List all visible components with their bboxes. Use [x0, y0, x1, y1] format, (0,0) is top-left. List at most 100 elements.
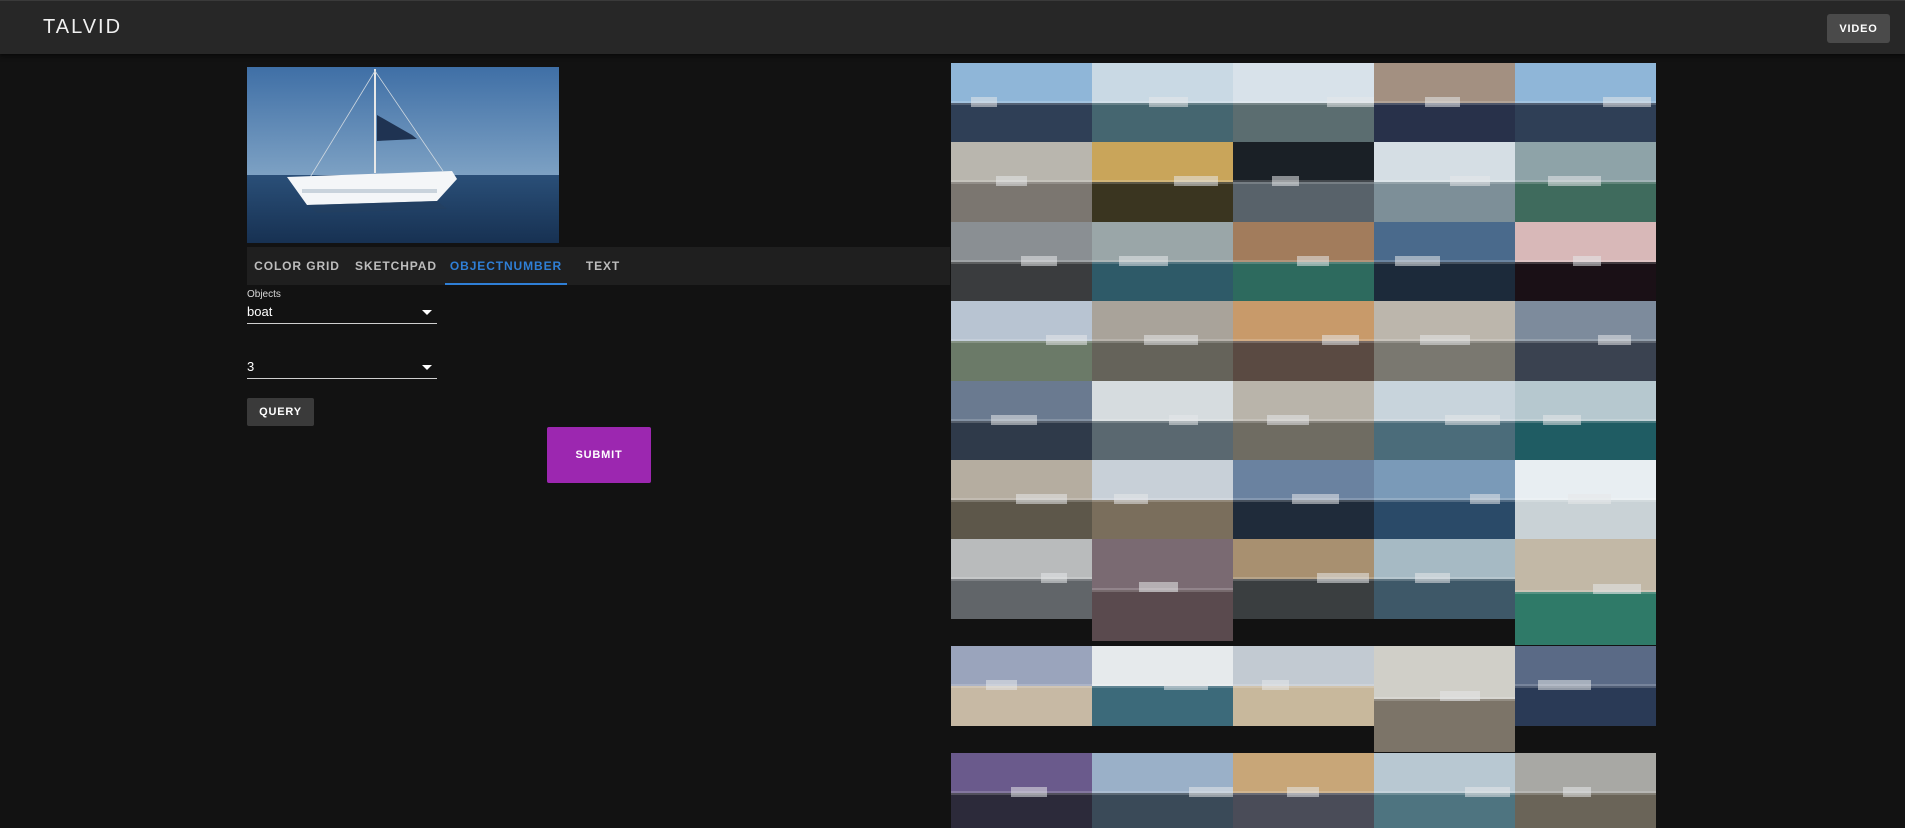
- result-thumbnail[interactable]: [1233, 753, 1374, 828]
- result-thumbnail[interactable]: [1233, 301, 1374, 381]
- thumbnail-image: [951, 63, 1092, 143]
- count-select-value: 3: [247, 359, 255, 374]
- thumbnail-image: [1374, 381, 1515, 461]
- objects-select[interactable]: boat: [247, 302, 437, 324]
- thumbnail-image: [1092, 753, 1233, 828]
- tab-sketchpad[interactable]: SKETCHPAD: [347, 247, 445, 285]
- thumbnail-image: [1515, 753, 1656, 828]
- submit-button[interactable]: SUBMIT: [547, 427, 651, 483]
- result-thumbnail[interactable]: [1374, 142, 1515, 222]
- objects-label: Objects: [247, 289, 281, 300]
- result-thumbnail[interactable]: [1233, 222, 1374, 302]
- result-thumbnail[interactable]: [1515, 646, 1656, 726]
- thumbnail-image: [1233, 301, 1374, 381]
- thumbnail-image: [1092, 460, 1233, 540]
- query-mode-tabs: COLOR GRID SKETCHPAD OBJECTNUMBER TEXT: [247, 247, 950, 285]
- thumbnail-image: [1092, 222, 1233, 302]
- count-select[interactable]: 3: [247, 357, 437, 379]
- result-thumbnail[interactable]: [951, 301, 1092, 381]
- result-thumbnail[interactable]: [1374, 222, 1515, 302]
- result-thumbnail[interactable]: [1092, 63, 1233, 143]
- result-thumbnail[interactable]: [951, 753, 1092, 828]
- result-thumbnail[interactable]: [1374, 301, 1515, 381]
- result-thumbnail[interactable]: [1092, 222, 1233, 302]
- result-thumbnail[interactable]: [1374, 460, 1515, 540]
- result-thumbnail[interactable]: [1092, 539, 1233, 641]
- thumbnail-image: [951, 539, 1092, 619]
- thumbnail-image: [1515, 646, 1656, 726]
- thumbnail-image: [1092, 142, 1233, 222]
- thumbnail-image: [1374, 63, 1515, 143]
- thumbnail-image: [951, 460, 1092, 540]
- thumbnail-image: [1374, 142, 1515, 222]
- app-logo: TALVID: [43, 16, 123, 38]
- thumbnail-image: [951, 301, 1092, 381]
- result-thumbnail[interactable]: [1092, 142, 1233, 222]
- result-thumbnail[interactable]: [1233, 460, 1374, 540]
- result-thumbnail[interactable]: [951, 222, 1092, 302]
- thumbnail-image: [1233, 460, 1374, 540]
- thumbnail-image: [951, 142, 1092, 222]
- result-thumbnail[interactable]: [1233, 539, 1374, 619]
- result-thumbnail[interactable]: [1374, 753, 1515, 828]
- thumbnail-image: [1374, 222, 1515, 302]
- thumbnail-image: [1233, 381, 1374, 461]
- result-thumbnail[interactable]: [1092, 460, 1233, 540]
- thumbnail-image: [1233, 646, 1374, 726]
- thumbnail-image: [1233, 753, 1374, 828]
- result-thumbnail[interactable]: [1233, 142, 1374, 222]
- result-thumbnail[interactable]: [1515, 63, 1656, 143]
- thumbnail-image: [1092, 63, 1233, 143]
- result-thumbnail[interactable]: [1515, 301, 1656, 381]
- thumbnail-image: [1092, 646, 1233, 726]
- query-image-preview: [247, 67, 559, 243]
- result-thumbnail[interactable]: [1233, 646, 1374, 726]
- thumbnail-image: [1374, 301, 1515, 381]
- result-thumbnail[interactable]: [1515, 539, 1656, 645]
- result-thumbnail[interactable]: [1515, 381, 1656, 461]
- result-thumbnail[interactable]: [1092, 381, 1233, 461]
- thumbnail-image: [1515, 301, 1656, 381]
- thumbnail-image: [1515, 142, 1656, 222]
- results-grid: [951, 63, 1656, 828]
- video-button[interactable]: VIDEO: [1827, 14, 1890, 43]
- result-thumbnail[interactable]: [951, 646, 1092, 726]
- thumbnail-image: [1092, 539, 1233, 641]
- thumbnail-image: [1374, 460, 1515, 540]
- tab-text[interactable]: TEXT: [567, 247, 639, 285]
- thumbnail-image: [1374, 539, 1515, 619]
- app-bar: TALVID VIDEO: [0, 0, 1905, 54]
- result-thumbnail[interactable]: [1515, 753, 1656, 828]
- result-thumbnail[interactable]: [951, 539, 1092, 619]
- result-thumbnail[interactable]: [1515, 460, 1656, 540]
- result-thumbnail[interactable]: [1374, 646, 1515, 752]
- thumbnail-image: [1233, 222, 1374, 302]
- result-thumbnail[interactable]: [951, 460, 1092, 540]
- result-thumbnail[interactable]: [1092, 646, 1233, 726]
- result-thumbnail[interactable]: [1092, 753, 1233, 828]
- objects-select-value: boat: [247, 304, 273, 319]
- thumbnail-image: [1233, 63, 1374, 143]
- query-button[interactable]: QUERY: [247, 398, 314, 426]
- tab-color-grid[interactable]: COLOR GRID: [247, 247, 347, 285]
- result-thumbnail[interactable]: [1515, 222, 1656, 302]
- thumbnail-image: [1515, 63, 1656, 143]
- result-thumbnail[interactable]: [1233, 381, 1374, 461]
- dropdown-arrow-icon: [422, 310, 432, 315]
- result-thumbnail[interactable]: [951, 381, 1092, 461]
- thumbnail-image: [1233, 539, 1374, 619]
- result-thumbnail[interactable]: [951, 63, 1092, 143]
- result-thumbnail[interactable]: [951, 142, 1092, 222]
- thumbnail-image: [1515, 381, 1656, 461]
- thumbnail-image: [1233, 142, 1374, 222]
- tab-objectnumber[interactable]: OBJECTNUMBER: [445, 247, 567, 285]
- thumbnail-image: [1374, 753, 1515, 828]
- result-thumbnail[interactable]: [1374, 381, 1515, 461]
- thumbnail-image: [951, 222, 1092, 302]
- result-thumbnail[interactable]: [1374, 539, 1515, 619]
- result-thumbnail[interactable]: [1374, 63, 1515, 143]
- result-thumbnail[interactable]: [1092, 301, 1233, 381]
- thumbnail-image: [1092, 381, 1233, 461]
- result-thumbnail[interactable]: [1233, 63, 1374, 143]
- result-thumbnail[interactable]: [1515, 142, 1656, 222]
